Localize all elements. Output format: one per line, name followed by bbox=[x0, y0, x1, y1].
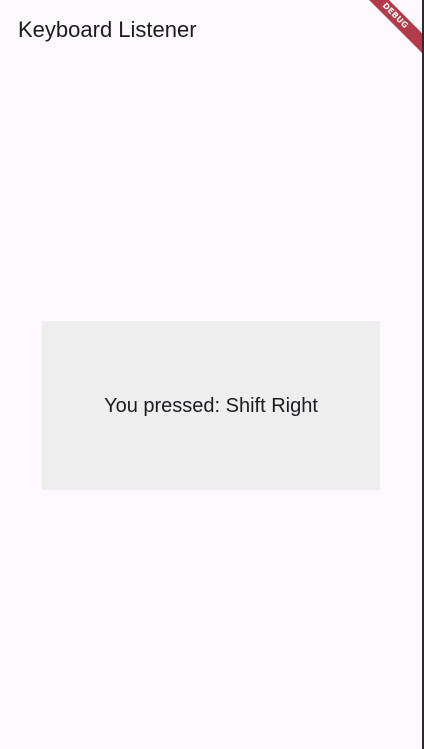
app-window: Keyboard Listener You pressed: Shift Rig… bbox=[0, 0, 422, 749]
page-title: Keyboard Listener bbox=[18, 17, 197, 42]
pressed-key-label: You pressed: Shift Right bbox=[104, 394, 318, 417]
app-bar: Keyboard Listener bbox=[0, 0, 422, 60]
key-press-display: You pressed: Shift Right bbox=[42, 321, 380, 490]
